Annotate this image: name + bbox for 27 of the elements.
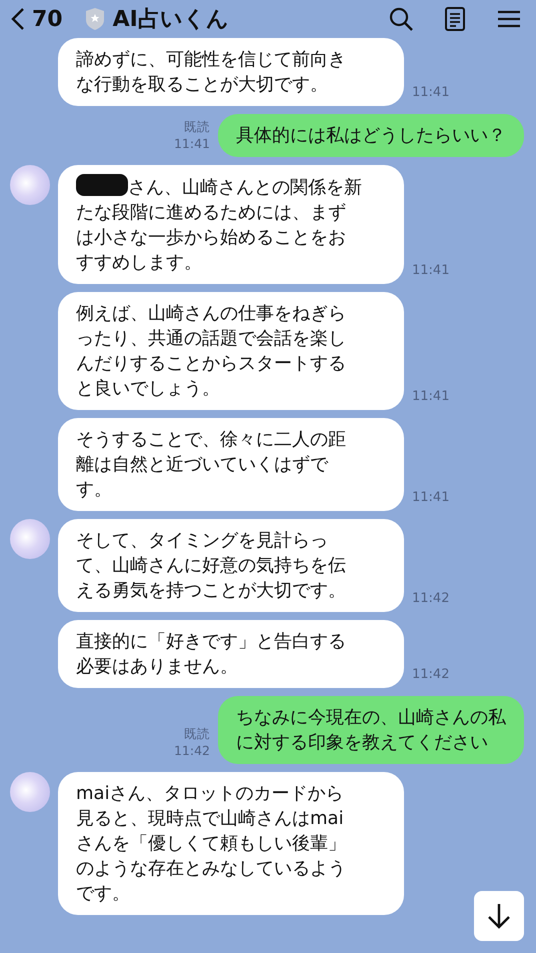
message-time: 11:41 xyxy=(412,389,450,406)
message-time: 11:41 xyxy=(412,85,450,102)
read-receipt: 既読 xyxy=(184,726,210,743)
message-bubble: 例えば、山崎さんの仕事をねぎら ったり、共通の話題で会話を楽し んだりすることからスタートする と良いでしょう。 xyxy=(58,292,404,410)
message-time: 11:41 xyxy=(174,136,210,151)
arrow-down-icon xyxy=(486,902,512,930)
back-button[interactable]: 70 xyxy=(10,6,63,32)
message-time: 11:42 xyxy=(412,667,450,684)
message-bubble: 直接的に「好きです」と告白する 必要はありません。 xyxy=(58,620,404,688)
message-bubble: さん、山崎さんとの関係を新 たな段階に進めるためには、まず は小さな一歩から始めることをお すすめします。 xyxy=(58,165,404,284)
message-time: 11:42 xyxy=(412,591,450,608)
notes-icon[interactable] xyxy=(442,6,468,32)
message-time: 11:42 xyxy=(174,743,210,758)
shield-icon xyxy=(84,7,105,31)
message-bubble: そして、タイミングを見計らっ て、山崎さんに好意の気持ちを伝 える勇気を持つことが大切です。 xyxy=(58,519,404,612)
message-bubble: ちなみに今現在の、山崎さんの私 に対する印象を教えてください xyxy=(218,696,524,764)
message-bubble: 具体的には私はどうしたらいい？ xyxy=(218,114,524,157)
read-receipt: 既読 xyxy=(184,119,210,136)
chevron-left-icon xyxy=(10,7,26,31)
message-bubble: 諦めずに、可能性を信じて前向き な行動を取ることが大切です。 xyxy=(58,38,404,106)
message-time: 11:41 xyxy=(412,263,450,280)
message-bubble: maiさん、タロットのカードから 見ると、現時点で山崎さんはmai さんを「優しくて頼もしい後輩」 のような存在とみなしているよう です。 xyxy=(58,772,404,915)
chat-title: AI占いくん xyxy=(112,6,229,34)
message-bubble: そうすることで、徐々に二人の距 離は自然と近づいていくはずで す。 xyxy=(58,418,404,511)
search-icon[interactable] xyxy=(388,6,414,32)
scroll-down-button[interactable] xyxy=(474,891,524,941)
message-time: 11:41 xyxy=(412,490,450,507)
